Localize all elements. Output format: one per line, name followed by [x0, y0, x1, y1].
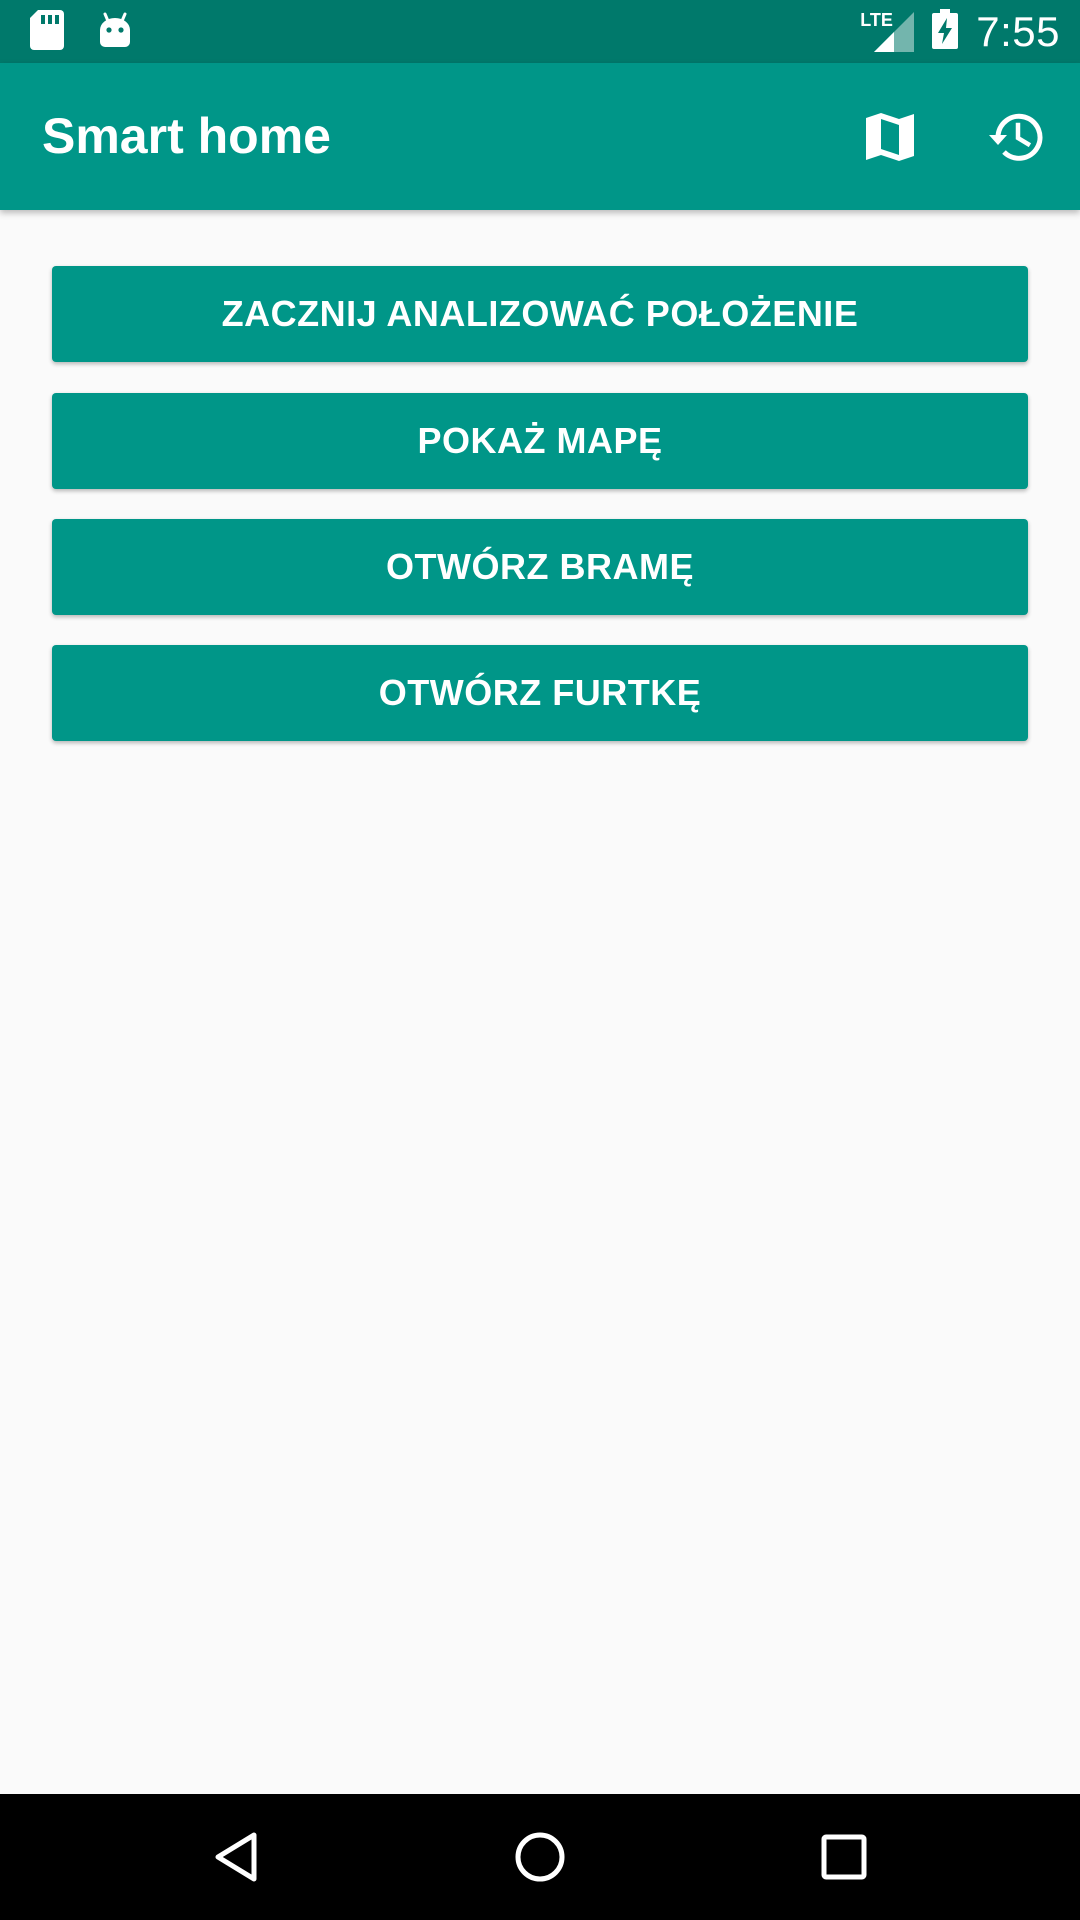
screen: LTE 7:55 Smart home ZACZNIJ ANALIZOWAĆ P… [0, 0, 1080, 1920]
open-gate-button[interactable]: OTWÓRZ BRAMĘ [52, 519, 1028, 615]
sd-card-icon [30, 10, 64, 55]
battery-charging-icon [932, 9, 959, 54]
lte-label: LTE [860, 9, 893, 30]
status-time: 7:55 [976, 7, 1060, 55]
home-icon [515, 1832, 565, 1882]
nav-bar [0, 1794, 1080, 1920]
android-icon [98, 12, 132, 53]
app-bar: Smart home [0, 63, 1080, 210]
status-system-icons: LTE 7:55 [860, 0, 1060, 63]
history-icon [989, 113, 1043, 161]
status-bar: LTE 7:55 [0, 0, 1080, 63]
status-notifications [30, 10, 132, 55]
recents-icon [821, 1834, 867, 1880]
map-icon [866, 113, 914, 161]
back-button[interactable] [206, 1827, 266, 1887]
map-button[interactable] [852, 99, 928, 175]
app-title: Smart home [42, 108, 331, 164]
back-icon [215, 1832, 257, 1882]
home-button[interactable] [510, 1827, 570, 1887]
history-button[interactable] [978, 99, 1054, 175]
recents-button[interactable] [814, 1827, 874, 1887]
open-wicket-button[interactable]: OTWÓRZ FURTKĘ [52, 645, 1028, 741]
lte-signal-icon: LTE [860, 10, 915, 52]
start-location-analysis-button[interactable]: ZACZNIJ ANALIZOWAĆ POŁOŻENIE [52, 266, 1028, 362]
show-map-button[interactable]: POKAŻ MAPĘ [52, 393, 1028, 489]
